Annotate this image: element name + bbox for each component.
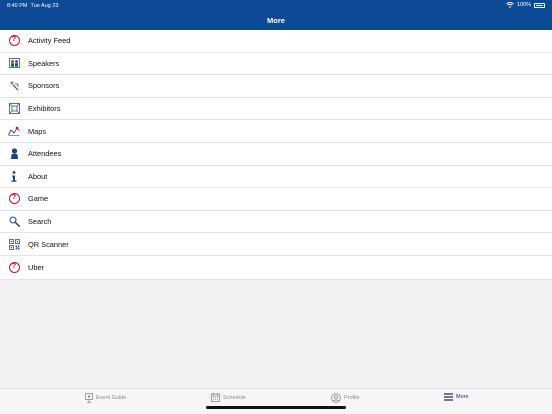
wifi-icon <box>506 2 514 8</box>
menu-item-speakers[interactable]: Speakers <box>0 52 552 76</box>
calendar-icon <box>211 393 220 402</box>
more-menu-list: ? Activity Feed Speakers Sponsors Exhibi… <box>0 30 552 279</box>
menu-icon <box>444 393 453 401</box>
menu-item-label: Attendees <box>28 149 62 159</box>
status-clock: 8:40 PM <box>7 3 28 9</box>
menu-item-label: Maps <box>28 126 47 136</box>
status-bar: 8:40 PM Tue Aug 23 100% <box>0 2 552 11</box>
tab-bar: Event Guide Schedule Profile More <box>0 388 552 414</box>
battery-percent: 100% <box>516 2 531 8</box>
menu-item-label: Game <box>28 194 49 204</box>
speakers-icon <box>8 57 20 69</box>
tab-label: Profile <box>344 395 360 401</box>
menu-item-attendees[interactable]: Attendees <box>0 142 552 166</box>
menu-item-label: About <box>28 171 48 181</box>
menu-item-label: QR Scanner <box>28 239 69 249</box>
menu-item-exhibitors[interactable]: Exhibitors <box>0 97 552 121</box>
navigation-bar: 8:40 PM Tue Aug 23 100% More <box>0 0 552 30</box>
status-date: Tue Aug 23 <box>30 3 59 9</box>
menu-item-label: Uber <box>28 262 45 272</box>
tab-schedule[interactable]: Schedule <box>211 393 246 402</box>
question-icon: ? <box>8 193 20 205</box>
battery-icon <box>534 2 545 8</box>
info-icon <box>8 170 20 182</box>
menu-item-maps[interactable]: Maps <box>0 120 552 143</box>
tab-event-guide[interactable]: Event Guide <box>85 393 126 403</box>
attendee-icon <box>8 148 20 160</box>
menu-item-label: Speakers <box>28 58 60 68</box>
search-icon <box>8 216 20 228</box>
menu-item-search[interactable]: Search <box>0 210 552 234</box>
question-icon: ? <box>8 261 20 273</box>
guide-icon <box>85 393 93 403</box>
tab-label: Schedule <box>223 394 246 401</box>
menu-item-label: Activity Feed <box>28 36 71 46</box>
tab-label: Event Guide <box>96 395 127 401</box>
menu-item-label: Exhibitors <box>28 104 61 114</box>
menu-item-game[interactable]: ? Game <box>0 188 552 211</box>
status-right: 100% <box>506 2 545 8</box>
map-icon <box>8 125 20 137</box>
menu-item-about[interactable]: About <box>0 165 552 189</box>
tab-more[interactable]: More <box>444 393 469 401</box>
tab-profile[interactable]: Profile <box>331 393 360 403</box>
question-icon: ? <box>8 35 20 47</box>
status-time: 8:40 PM Tue Aug 23 <box>7 3 58 9</box>
page-title: More <box>267 16 285 25</box>
qr-icon <box>8 238 20 250</box>
exhibitors-icon <box>8 103 20 115</box>
menu-item-qr-scanner[interactable]: QR Scanner <box>0 233 552 256</box>
sponsors-icon <box>8 80 20 92</box>
tab-label: More <box>456 394 469 400</box>
menu-item-label: Search <box>28 217 52 227</box>
menu-item-label: Sponsors <box>28 81 60 91</box>
menu-item-uber[interactable]: ? Uber <box>0 255 552 279</box>
home-indicator[interactable] <box>206 406 346 409</box>
menu-item-sponsors[interactable]: Sponsors <box>0 75 552 98</box>
profile-icon <box>331 393 341 403</box>
menu-item-activity-feed[interactable]: ? Activity Feed <box>0 30 552 53</box>
